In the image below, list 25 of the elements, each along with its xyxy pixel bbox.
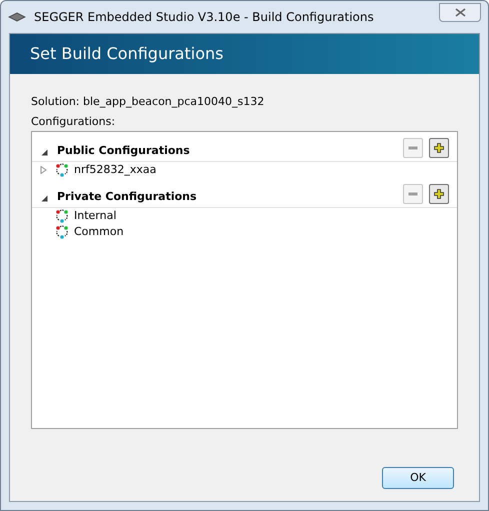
plus-icon <box>434 143 444 153</box>
group-title: Public Configurations <box>57 142 190 158</box>
close-icon <box>454 8 466 16</box>
configuration-item[interactable]: nrf52832_xxaa <box>74 162 156 178</box>
configurations-label: Configurations: <box>31 114 116 130</box>
group-title: Private Configurations <box>57 188 197 204</box>
window-title: SEGGER Embedded Studio V3.10e - Build Configurations <box>34 9 374 26</box>
config-icon <box>55 225 69 239</box>
add-button[interactable] <box>429 184 449 204</box>
plus-icon <box>434 189 444 199</box>
app-icon <box>8 12 26 22</box>
minus-icon <box>408 192 418 196</box>
solution-label: Solution: ble_app_beacon_pca10040_s132 <box>31 94 266 110</box>
collapse-triangle-icon[interactable] <box>41 195 48 202</box>
config-icon <box>55 209 69 223</box>
configuration-item[interactable]: Internal <box>74 208 116 224</box>
config-icon <box>55 163 69 177</box>
add-button[interactable] <box>429 138 449 158</box>
ok-button[interactable]: OK <box>382 467 454 489</box>
expand-triangle-icon[interactable] <box>40 166 47 174</box>
collapse-triangle-icon[interactable] <box>41 149 48 156</box>
configuration-item[interactable]: Common <box>74 224 124 240</box>
header-title: Set Build Configurations <box>30 43 224 65</box>
close-button[interactable] <box>439 2 481 22</box>
minus-icon <box>408 146 418 150</box>
